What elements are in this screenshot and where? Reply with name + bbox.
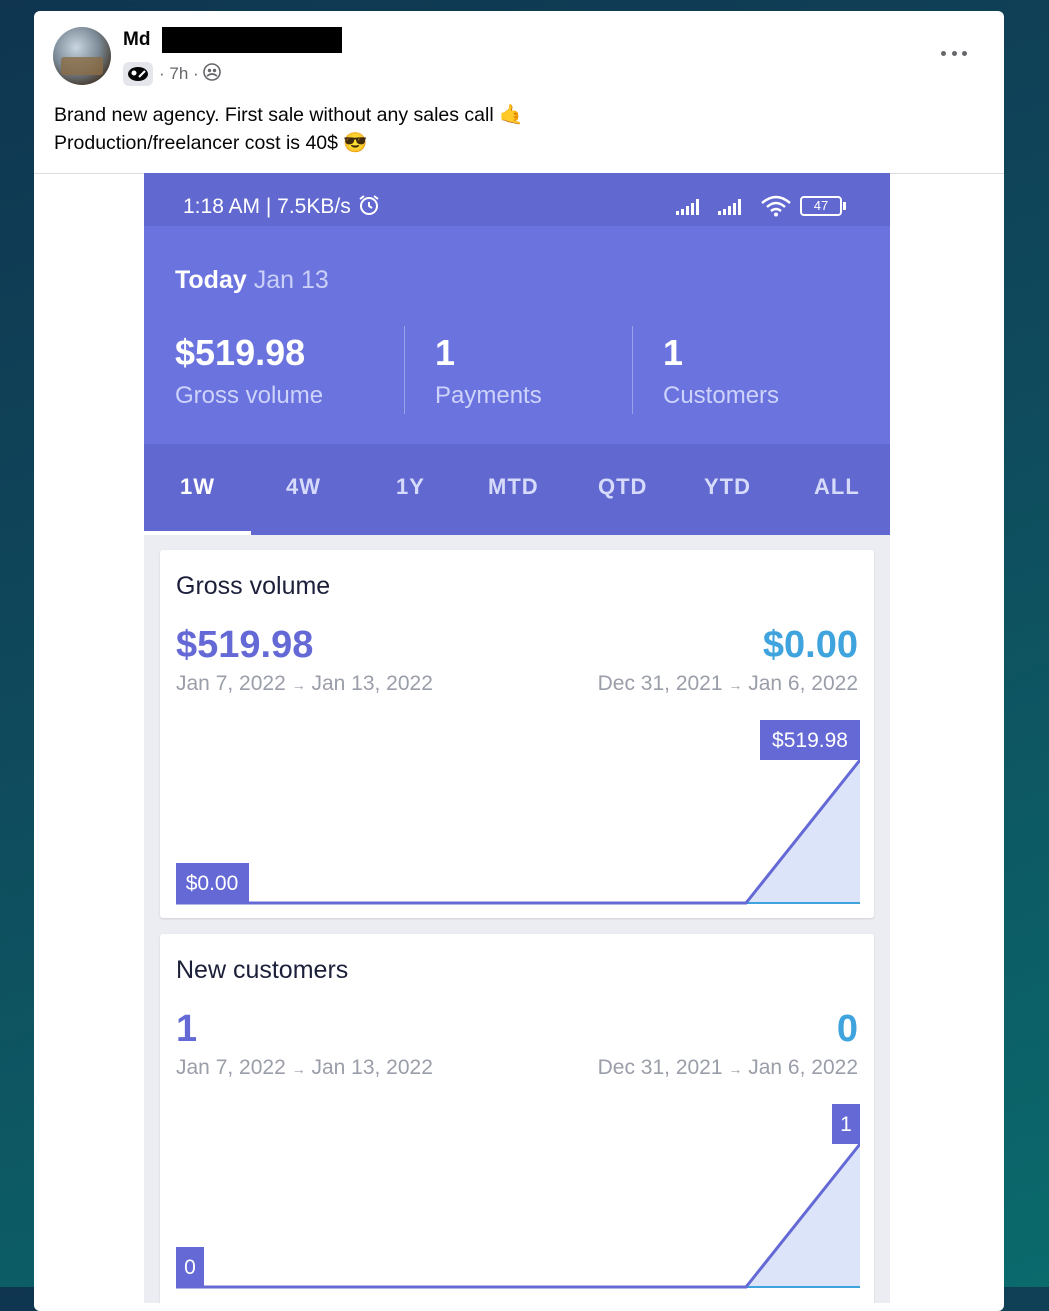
today-label: Today Jan 13: [175, 266, 329, 294]
current-value: $519.98: [176, 624, 314, 666]
post-text: Brand new agency. First sale without any…: [54, 101, 523, 157]
chart-line: [176, 1143, 860, 1289]
stat-divider: [632, 326, 633, 414]
chart-line: [176, 759, 860, 905]
max-label: $519.98: [772, 729, 848, 752]
current-range: Jan 7, 2022 → Jan 13, 2022: [176, 672, 433, 695]
facebook-post-card: Md · 7h · Brand new agency. First sale w…: [34, 11, 1004, 1311]
tab-1y[interactable]: 1Y: [396, 474, 425, 500]
panel-title: New customers: [176, 956, 349, 984]
active-tab-indicator: [144, 531, 251, 535]
author-name[interactable]: Md: [123, 29, 150, 51]
screenshot-image[interactable]: 1:18 AM | 7.5KB/s 47 Today Jan 13 $519.9…: [144, 173, 890, 1303]
stat-customers[interactable]: 1 Customers: [663, 332, 779, 410]
today-date: Jan 13: [253, 266, 329, 294]
stat-divider: [404, 326, 405, 414]
tab-qtd[interactable]: QTD: [598, 474, 647, 500]
gross-volume-card[interactable]: Gross volume $519.98 $0.00 Jan 7, 2022 →…: [160, 550, 874, 918]
current-range: Jan 7, 2022 → Jan 13, 2022: [176, 1056, 433, 1079]
previous-value: 0: [836, 1008, 858, 1050]
previous-value: $0.00: [762, 624, 858, 666]
min-label: 0: [184, 1256, 196, 1279]
max-label: 1: [840, 1113, 852, 1136]
tab-mtd[interactable]: MTD: [488, 474, 539, 500]
tab-4w[interactable]: 4W: [286, 474, 321, 500]
new-customers-chart: 1 0: [176, 1104, 860, 1289]
panel-title: Gross volume: [176, 572, 331, 600]
author-avatar[interactable]: [53, 27, 111, 85]
more-options-icon[interactable]: [941, 43, 967, 63]
signal-icon: [718, 199, 741, 215]
post-line-2: Production/freelancer cost is 40$ 😎: [54, 132, 368, 154]
range-tabs: 1W 4W 1Y MTD QTD YTD ALL: [144, 444, 890, 535]
post-meta: · 7h ·: [123, 61, 222, 87]
stat-gross-volume[interactable]: $519.98 Gross volume: [175, 332, 323, 410]
signal-icon: [676, 199, 699, 215]
previous-range: Dec 31, 2021 → Jan 6, 2022: [597, 1056, 858, 1079]
current-value: 1: [176, 1008, 198, 1050]
gross-volume-chart: $519.98 $0.00: [176, 720, 860, 905]
tab-ytd[interactable]: YTD: [704, 474, 751, 500]
battery-icon: 47: [800, 196, 846, 216]
status-bar: 1:18 AM | 7.5KB/s 47: [144, 173, 890, 226]
tab-all[interactable]: ALL: [814, 474, 860, 500]
post-time[interactable]: 7h: [169, 64, 188, 84]
previous-range: Dec 31, 2021 → Jan 6, 2022: [597, 672, 858, 695]
post-line-1: Brand new agency. First sale without any…: [54, 104, 524, 126]
wifi-icon: [761, 195, 791, 217]
friends-audience-icon[interactable]: [203, 62, 222, 86]
tab-1w[interactable]: 1W: [180, 474, 215, 500]
summary-header: Today Jan 13 $519.98 Gross volume 1 Paym…: [144, 226, 890, 444]
new-customers-card[interactable]: New customers 1 0 Jan 7, 2022 → Jan 13, …: [160, 934, 874, 1303]
min-label: $0.00: [186, 872, 239, 895]
status-time: 1:18 AM | 7.5KB/s: [183, 193, 381, 219]
profile-badge-icon: [123, 62, 153, 86]
stat-payments[interactable]: 1 Payments: [435, 332, 542, 410]
redacted-name-bar: [162, 27, 342, 53]
alarm-icon: [358, 195, 379, 215]
